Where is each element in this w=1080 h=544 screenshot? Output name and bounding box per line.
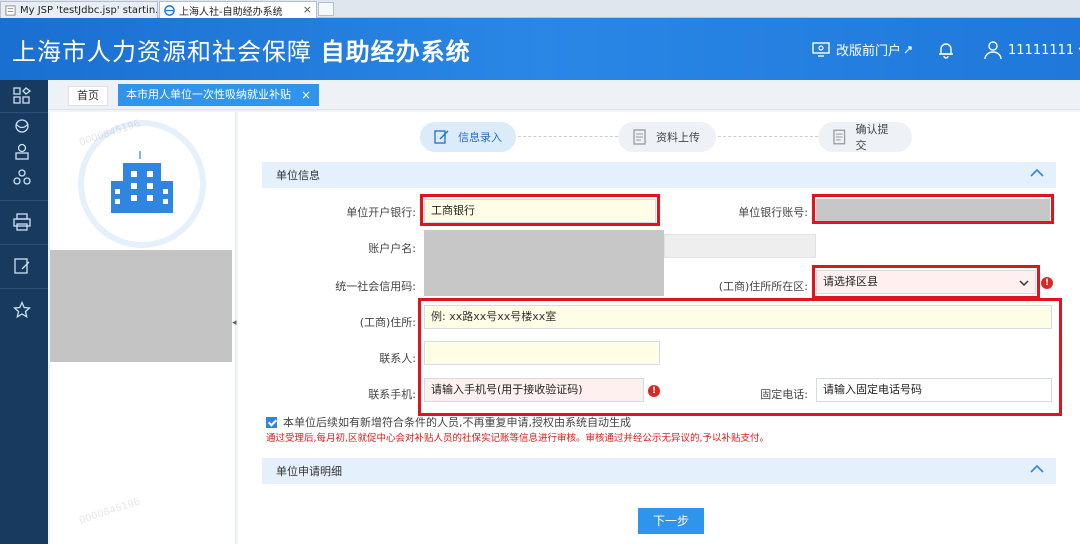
sidebar-item-print[interactable] (12, 212, 32, 232)
section-detail-header[interactable]: 单位申请明细 (262, 458, 1056, 484)
district-value: 请选择区县 (823, 275, 878, 288)
sidebar-item-person[interactable] (12, 142, 32, 162)
browser-tab-testjdbc[interactable]: My JSP 'testJdbc.jsp' startin... (0, 1, 158, 18)
chevron-down-icon (1019, 280, 1029, 287)
printer-icon (13, 213, 31, 231)
phone-input[interactable]: 请输入固定电话号码 (816, 378, 1052, 402)
warning-icon: ! (648, 385, 660, 397)
warning-icon: ! (1041, 277, 1053, 289)
app-title: 上海市人力资源和社会保障 自助经办系统 (12, 32, 471, 67)
legacy-portal-link[interactable]: 改版前门户 (812, 40, 919, 59)
avatar (84, 126, 200, 242)
user-icon (984, 41, 1002, 60)
document-icon (833, 129, 846, 145)
holder-input[interactable] (664, 234, 816, 258)
sidebar-item-form[interactable] (12, 256, 32, 276)
step-label: 确认提交 (855, 123, 889, 152)
address-input[interactable]: 例: xx路xx号xx号楼xx室 (424, 305, 1052, 329)
app-title-main: 上海市人力资源和社会保障 (12, 38, 312, 66)
checkbox-label: 本单位后续如有新增符合条件的人员,不再重复申请,授权由系统自动生成 (283, 416, 631, 429)
breadcrumb: 首页 本市用人单位一次性吸纳就业补贴 × (48, 80, 1080, 110)
step-confirm[interactable]: 确认提交 (818, 122, 912, 152)
profile-info-redacted (50, 250, 232, 362)
building-icon (111, 151, 173, 213)
step-info-entry[interactable]: 信息录入 (420, 122, 516, 152)
sidebar-item-emblem[interactable] (12, 116, 32, 136)
nav-sidebar (0, 80, 48, 544)
browser-tab-active[interactable]: 上海人社-自助经办系统 × (159, 1, 317, 18)
bell-button[interactable] (936, 40, 962, 60)
next-button[interactable]: 下一步 (638, 508, 704, 534)
mobile-input[interactable]: 请输入手机号(用于接收验证码) (424, 378, 644, 402)
ie-icon (164, 4, 175, 16)
section-unit-header[interactable]: 单位信息 (262, 162, 1056, 188)
holder-label: 账户户名: (368, 242, 416, 255)
sidebar-item-group[interactable] (12, 168, 32, 188)
account-label: 单位银行账号: (738, 206, 808, 219)
browser-tab-label: My JSP 'testJdbc.jsp' startin... (20, 4, 158, 16)
auto-generate-option[interactable]: 本单位后续如有新增符合条件的人员,不再重复申请,授权由系统自动生成 (266, 414, 631, 430)
bell-icon (939, 43, 953, 59)
profile-panel (50, 112, 236, 544)
district-select[interactable]: 请选择区县 (816, 270, 1036, 294)
credit-code-label: 统一社会信用码: (335, 280, 416, 293)
user-menu[interactable]: 11111111 (984, 40, 1080, 60)
person-icon (15, 143, 29, 160)
step-upload[interactable]: 资料上传 (618, 122, 716, 152)
sidebar-item-favorites[interactable] (12, 300, 32, 320)
bank-label: 单位开户银行: (346, 206, 416, 219)
star-icon (13, 301, 31, 319)
checkbox[interactable] (266, 416, 277, 428)
step-label: 信息录入 (458, 131, 502, 144)
chevron-up-icon[interactable] (1030, 464, 1044, 474)
section-title: 单位申请明细 (276, 465, 342, 478)
app-header: 上海市人力资源和社会保障 自助经办系统 改版前门户 11111111 (0, 18, 1080, 80)
page-icon (5, 4, 16, 16)
bank-input[interactable]: 工商银行 (424, 199, 656, 223)
app-title-bold: 自助经办系统 (320, 38, 471, 66)
main-content: 信息录入 资料上传 确认提交 单位信息 单位开户银行: 工商银行 单位银行账号:… (238, 112, 1080, 544)
grid-icon (13, 87, 31, 104)
contact-label: 联系人: (379, 352, 416, 365)
holder-redacted (424, 230, 664, 296)
username: 11111111 (1008, 42, 1075, 58)
breadcrumb-active-tab[interactable]: 本市用人单位一次性吸纳就业补贴 × (118, 84, 320, 106)
district-label: (工商)住所所在区: (718, 280, 808, 293)
browser-tab-strip: My JSP 'testJdbc.jsp' startin... 上海人社-自助… (0, 0, 1080, 18)
link-icon (904, 45, 912, 53)
close-icon[interactable]: × (301, 84, 311, 106)
monitor-icon (812, 41, 830, 57)
breadcrumb-home[interactable]: 首页 (68, 86, 108, 106)
sidebar-item-apps[interactable] (12, 86, 32, 106)
chevron-up-icon[interactable] (1030, 168, 1044, 178)
phone-label: 固定电话: (760, 388, 808, 401)
browser-tab-label: 上海人社-自助经办系统 (179, 6, 283, 18)
account-input[interactable] (816, 199, 1050, 223)
edit-doc-icon (434, 130, 449, 144)
mobile-label: 联系手机: (368, 388, 416, 401)
contact-input[interactable] (424, 341, 660, 365)
step-label: 资料上传 (656, 131, 700, 144)
breadcrumb-active-label: 本市用人单位一次性吸纳就业补贴 (126, 88, 291, 101)
address-label: (工商)住所: (359, 316, 416, 329)
close-icon[interactable]: × (303, 3, 312, 16)
emblem-icon (15, 119, 29, 133)
edit-form-icon (14, 258, 30, 274)
section-title: 单位信息 (276, 169, 320, 182)
document-icon (633, 129, 646, 145)
group-icon (13, 169, 31, 185)
new-tab-button[interactable] (318, 2, 334, 16)
review-notice: 通过受理后,每月初,区就促中心会对补贴人员的社保实记账等信息进行审核。审核通过并… (266, 433, 770, 444)
legacy-portal-label: 改版前门户 (836, 44, 902, 59)
